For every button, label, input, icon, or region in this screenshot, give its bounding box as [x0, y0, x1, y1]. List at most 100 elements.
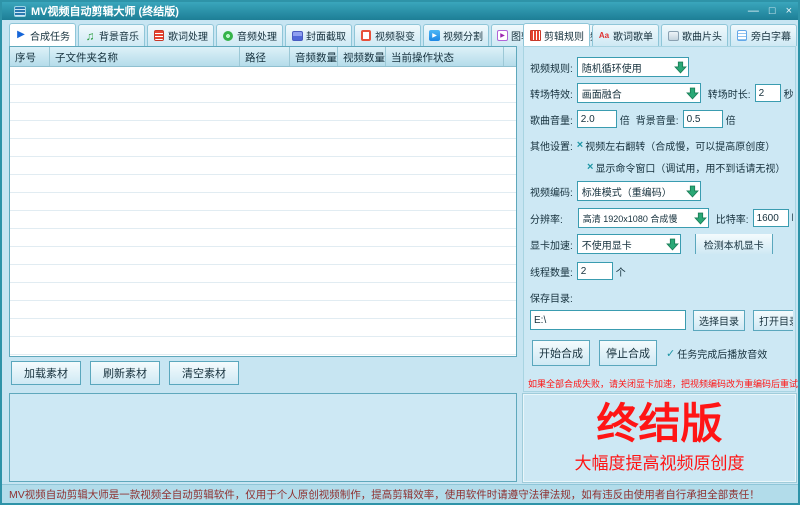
tab-synthesis-task[interactable]: ▶ 合成任务 [9, 23, 76, 46]
seconds-unit: 秒 [783, 89, 793, 101]
chevron-down-icon [673, 61, 687, 74]
status-text: MV视频自动剪辑大师是一款视频全自动剪辑软件，仅用于个人原创视频制作，提高剪辑效… [9, 488, 760, 501]
settings-panel: 视频规则: 随机循环使用 转场特效: 画面融合 转场时长: 秒 歌曲音量: 倍 … [523, 46, 799, 392]
window-controls: — □ × [748, 3, 792, 19]
tab-label: 音频处理 [237, 32, 277, 43]
tab-audio-processing[interactable]: 音频处理 [216, 24, 283, 46]
start-synthesis-button[interactable]: 开始合成 [532, 340, 590, 366]
transition-label: 转场特效: [530, 89, 573, 101]
app-icon [14, 5, 26, 17]
tab-video-fission[interactable]: 视频裂变 [354, 24, 421, 46]
col-index: 序号 [10, 47, 50, 66]
threads-unit: 个 [615, 267, 626, 279]
window-title: MV视频自动剪辑大师 (终结版) [31, 6, 179, 18]
bitrate-label: 比特率: [715, 214, 749, 226]
encode-value: 标准模式（重编码） [581, 187, 672, 199]
image-play-icon: ▶ [497, 30, 508, 41]
resolution-label: 分辨率: [530, 214, 563, 226]
transition-dropdown[interactable]: 画面融合 [576, 83, 701, 103]
minimize-button[interactable]: — [748, 3, 759, 19]
chevron-down-icon [665, 238, 679, 251]
right-tab-strip: 剪辑规则 Aa 歌词歌单 歌曲片头 旁白字幕 导出标题 [523, 23, 798, 46]
app-window: MV视频自动剪辑大师 (终结版) — □ × ▶ 合成任务 ♫ 背景音乐 歌词处… [0, 0, 800, 505]
save-dir-input[interactable] [530, 310, 686, 330]
maximize-button[interactable]: □ [769, 3, 776, 19]
tab-label: 视频裂变 [375, 32, 415, 43]
load-material-button[interactable]: 加载素材 [11, 361, 81, 385]
gpu-dropdown[interactable]: 不使用显卡 [576, 234, 681, 254]
tab-video-split[interactable]: ▶ 视频分割 [423, 24, 489, 46]
tab-cover-capture[interactable]: 封面截取 [285, 24, 352, 46]
tab-lyrics-processing[interactable]: 歌词处理 [147, 24, 214, 46]
image-icon [291, 30, 303, 41]
resolution-value: 高清 1920x1080 合成慢 [582, 213, 678, 224]
transition-value: 画面融合 [581, 89, 622, 101]
video-rule-dropdown[interactable]: 随机循环使用 [576, 57, 689, 77]
chevron-down-icon [685, 185, 699, 198]
check-icon: ✓ [666, 347, 676, 360]
video-rule-value: 随机循环使用 [581, 63, 642, 75]
save-dir-label: 保存目录: [530, 293, 573, 305]
show-cmd-label: 显示命令窗口（调试用，用不到话请无视） [595, 163, 786, 175]
resolution-dropdown[interactable]: 高清 1920x1080 合成慢 [577, 208, 709, 228]
song-volume-label: 歌曲音量: [530, 115, 573, 127]
subtitle-document-icon [737, 30, 747, 41]
tab-label: 旁白字幕 [751, 32, 791, 43]
play-icon: ▶ [17, 29, 25, 40]
material-buttons: 加载素材 刷新素材 清空素材 [11, 361, 239, 385]
song-volume-input[interactable] [576, 110, 617, 128]
music-note-icon: ♫ [85, 28, 95, 43]
tab-label: 背景音乐 [99, 32, 139, 43]
close-button[interactable]: × [786, 3, 792, 19]
refresh-material-button[interactable]: 刷新素材 [90, 361, 160, 385]
sound-on-complete-checkbox[interactable]: ✓ 任务完成后播放音效 [666, 346, 767, 361]
times-unit: 倍 [725, 115, 736, 127]
clipboard-icon [361, 30, 371, 41]
bg-volume-input[interactable] [682, 110, 723, 128]
transition-duration-input[interactable] [754, 84, 781, 102]
encode-label: 视频编码: [530, 187, 573, 199]
bitrate-unit: k [792, 213, 793, 224]
choose-dir-button[interactable]: 选择目录 [693, 309, 745, 331]
edition-title: 终结版 [596, 399, 723, 447]
tab-label: 歌曲片头 [682, 32, 722, 43]
detect-gpu-button[interactable]: 检测本机显卡 [694, 234, 773, 254]
picture-icon [667, 30, 679, 41]
tab-label: 封面截取 [306, 32, 346, 43]
tab-song-intro[interactable]: 歌曲片头 [661, 24, 728, 46]
sound-on-complete-label: 任务完成后播放音效 [677, 349, 768, 361]
stop-synthesis-button[interactable]: 停止合成 [599, 340, 657, 366]
table-header: 序号 子文件夹名称 路径 音频数量 视频数量 当前操作状态 [10, 47, 516, 67]
letters-icon: Aa [598, 30, 610, 40]
tab-background-music[interactable]: ♫ 背景音乐 [78, 24, 145, 46]
table-body[interactable] [10, 67, 516, 356]
tab-narration-subtitle[interactable]: 旁白字幕 [730, 24, 797, 46]
titlebar: MV视频自动剪辑大师 (终结版) — □ × [2, 2, 798, 20]
material-table: 序号 子文件夹名称 路径 音频数量 视频数量 当前操作状态 [9, 46, 517, 357]
bg-volume-label: 背景音量: [635, 115, 679, 127]
col-audio-count: 音频数量 [290, 47, 338, 66]
transition-duration-label: 转场时长: [707, 89, 751, 101]
chevron-down-icon [693, 212, 707, 225]
times-unit: 倍 [619, 115, 630, 127]
tab-label: 剪辑规则 [544, 31, 584, 43]
tab-edit-rules[interactable]: 剪辑规则 [523, 23, 590, 46]
col-folder-name: 子文件夹名称 [50, 47, 240, 66]
status-bar: MV视频自动剪辑大师是一款视频全自动剪辑软件，仅用于个人原创视频制作，提高剪辑效… [2, 484, 798, 503]
video-play-icon: ▶ [429, 30, 440, 41]
clear-material-button[interactable]: 清空素材 [169, 361, 239, 385]
red-document-icon [154, 30, 164, 41]
tab-label: 歌词歌单 [613, 32, 653, 43]
gpu-value: 不使用显卡 [581, 240, 632, 252]
bitrate-input[interactable] [752, 209, 789, 227]
failure-warning-text: 如果全部合成失败，请关闭显卡加速，把视频编码改为重编码后重试 [528, 379, 799, 389]
show-cmd-checkbox[interactable]: × 显示命令窗口（调试用，用不到话请无视） [587, 160, 785, 175]
threads-input[interactable] [576, 262, 613, 280]
open-dir-button[interactable]: 打开目录 [753, 309, 793, 331]
flip-video-checkbox[interactable]: × 视频左右翻转（合成慢，可以提高原创度） [577, 138, 775, 153]
tab-label: 视频分割 [443, 32, 483, 43]
encode-dropdown[interactable]: 标准模式（重编码） [576, 181, 701, 201]
tab-lyrics-playlist[interactable]: Aa 歌词歌单 [592, 24, 659, 46]
col-video-count: 视频数量 [338, 47, 386, 66]
tab-label: 合成任务 [30, 31, 70, 43]
